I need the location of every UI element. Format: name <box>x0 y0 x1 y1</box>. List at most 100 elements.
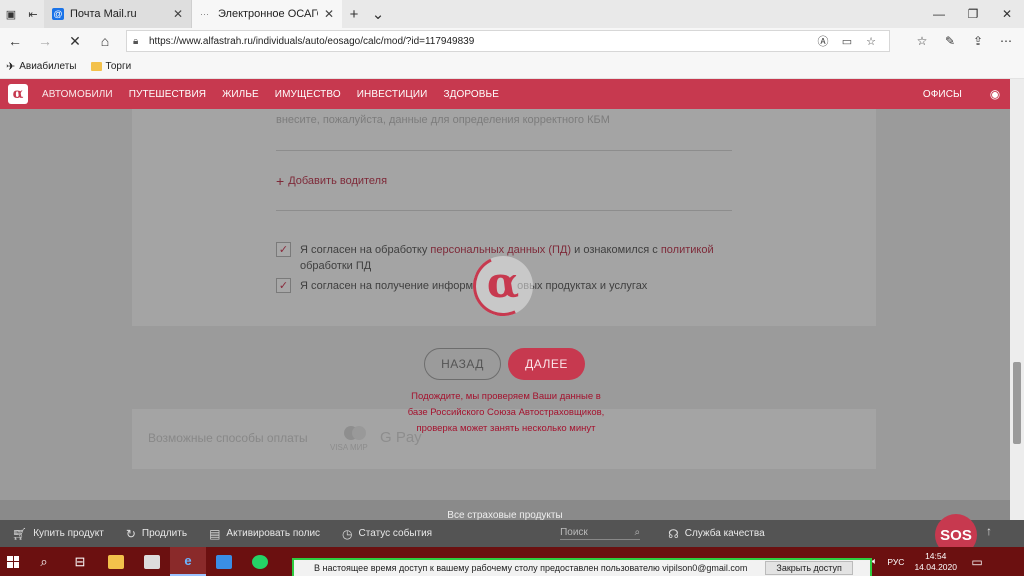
favorites-hub-icon[interactable]: ☆ <box>908 34 936 48</box>
clock[interactable]: 14:54 14.04.2020 <box>914 551 957 573</box>
consent-marketing-checkbox[interactable]: ✓ <box>276 278 291 293</box>
clock-icon: ◷ <box>342 526 353 541</box>
bookmark-torgi[interactable]: Торги <box>90 60 132 72</box>
close-icon[interactable]: ✕ <box>990 0 1024 28</box>
back-button[interactable]: НАЗАД <box>424 348 501 380</box>
consent-marketing: ✓ Я согласен на получение информ овых про… <box>276 278 647 294</box>
browser-tabstrip: ▣ ⇤ @ Почта Mail.ru ✕ ⋯ Электронное ОСАГ… <box>0 0 1024 28</box>
buy-product-button[interactable]: 🛒︎ Купить продукт <box>12 527 104 541</box>
alfastrah-logo[interactable]: α <box>8 84 28 104</box>
start-button[interactable] <box>0 547 26 576</box>
consent2-prefix: Я согласен на получение информ <box>300 280 474 292</box>
clock-date: 14.04.2020 <box>914 561 957 572</box>
document-icon: ▤ <box>209 526 221 541</box>
favorite-star-icon[interactable]: ☆ <box>859 35 883 48</box>
personal-data-link[interactable]: персональных данных (ПД) <box>430 244 571 256</box>
nav-travel[interactable]: ПУТЕШЕСТВИЯ <box>129 89 206 100</box>
chevron-down-icon[interactable]: ⌄ <box>366 0 390 28</box>
nav-housing[interactable]: ЖИЛЬЕ <box>222 89 259 100</box>
site-search-input[interactable]: Поиск ⌕ <box>560 527 641 540</box>
system-tray: 🔈︎ РУС 14:54 14.04.2020 ▭ <box>872 547 991 576</box>
consent2-suffix: овых продуктах и услугах <box>517 280 648 292</box>
store-icon[interactable] <box>134 547 170 576</box>
address-field[interactable]: 🔒︎ https://www.alfastrah.ru/individuals/… <box>126 30 890 52</box>
wait-line3: проверка может занять несколько минут <box>416 423 596 434</box>
file-explorer-icon[interactable] <box>98 547 134 576</box>
tab-actions-icon[interactable]: ▣ <box>0 0 22 28</box>
nav-property[interactable]: ИМУЩЕСТВО <box>275 89 341 100</box>
add-driver-link[interactable]: + Добавить водителя <box>276 173 387 189</box>
consent-personal-data-checkbox[interactable]: ✓ <box>276 242 291 257</box>
split-view-icon[interactable]: ▭ <box>835 35 859 48</box>
wait-line1: Подождите, мы проверяем Ваши данные в <box>411 391 601 402</box>
nav-investments[interactable]: ИНВЕСТИЦИИ <box>357 89 428 100</box>
volume-icon[interactable]: 🔈︎ <box>872 556 877 567</box>
notifications-icon[interactable]: ▭ <box>963 555 991 569</box>
back-arrow-icon[interactable]: ← <box>0 33 30 49</box>
home-icon[interactable]: ⌂ <box>90 33 120 49</box>
bookmark-aviatickets[interactable]: ✈ Авиабилеты <box>6 60 77 73</box>
language-indicator[interactable]: РУС <box>887 557 904 567</box>
bookmark-label: Торги <box>105 60 132 72</box>
tab-eosago[interactable]: ⋯ Электронное ОСАГО ✕ <box>192 0 342 28</box>
activate-label: Активировать полис <box>226 528 321 539</box>
scrollbar-thumb[interactable] <box>1013 362 1021 444</box>
close-access-button[interactable]: Закрыть доступ <box>765 561 853 575</box>
edge-icon[interactable]: e <box>170 547 206 576</box>
address-url[interactable]: https://www.alfastrah.ru/individuals/aut… <box>149 36 811 47</box>
site-bottom-bar: 🛒︎ Купить продукт ↻ Продлить ▤ Активиров… <box>0 520 1024 547</box>
lock-icon[interactable]: 🔒︎ <box>133 36 149 47</box>
stop-loading-icon[interactable]: ✕ <box>60 33 90 50</box>
share-icon[interactable]: ⇪ <box>964 34 992 48</box>
bookmark-label: Авиабилеты <box>19 60 77 72</box>
pen-icon[interactable]: ✎ <box>936 34 964 48</box>
search-icon[interactable]: ⌕ <box>26 547 62 576</box>
wait-line2: базе Российского Союза Автостраховщиков, <box>407 407 605 418</box>
page-content: внесите, пожалуйста, данные для определе… <box>0 109 1010 520</box>
next-button[interactable]: ДАЛЕЕ <box>508 348 585 380</box>
scroll-top-icon[interactable]: ↑ <box>986 524 992 538</box>
mastercard-icon <box>344 426 366 440</box>
loading-spinner: α <box>464 247 542 325</box>
mail-app-icon[interactable] <box>206 547 242 576</box>
clock-time: 14:54 <box>925 550 947 561</box>
buy-label: Купить продукт <box>33 528 104 539</box>
windows-logo-icon <box>7 555 19 568</box>
add-driver-label: Добавить водителя <box>288 175 388 187</box>
policy-link[interactable]: политикой <box>661 244 714 256</box>
plus-icon: + <box>276 173 285 189</box>
set-aside-tabs-icon[interactable]: ⇤ <box>22 0 44 28</box>
tab-close-icon[interactable]: ✕ <box>167 7 183 21</box>
search-placeholder: Поиск <box>560 527 588 538</box>
all-products-link[interactable]: Все страховые продукты <box>0 510 1010 520</box>
address-toolbar: ← → ✕ ⌂ 🔒︎ https://www.alfastrah.ru/indi… <box>0 28 1024 54</box>
renew-button[interactable]: ↻ Продлить <box>126 527 187 541</box>
activate-policy-button[interactable]: ▤ Активировать полис <box>209 527 320 541</box>
loading-icon: ⋯ <box>200 8 209 19</box>
tab-close-icon[interactable]: ✕ <box>318 7 334 21</box>
event-status-button[interactable]: ◷ Статус события <box>342 527 432 541</box>
restore-icon[interactable]: ❐ <box>956 0 990 28</box>
mail-icon: @ <box>52 8 64 20</box>
minimize-icon[interactable]: — <box>922 0 956 28</box>
forward-arrow-icon[interactable]: → <box>30 33 60 49</box>
nav-health[interactable]: ЗДОРОВЬЕ <box>443 89 499 100</box>
window-controls: — ❐ ✕ <box>922 0 1024 28</box>
eye-icon[interactable]: ◉ <box>980 87 1010 101</box>
page-scrollbar[interactable] <box>1010 79 1024 520</box>
nav-offices[interactable]: ОФИСЫ <box>923 89 962 100</box>
status-label: Статус события <box>358 528 433 539</box>
nav-cars[interactable]: АВТОМОБИЛИ <box>42 89 113 100</box>
new-tab-icon[interactable]: + <box>342 0 366 28</box>
quality-service-button[interactable]: ☊ Служба качества <box>668 527 765 541</box>
search-icon[interactable]: ⌕ <box>634 527 640 538</box>
browser-actions: ☆ ✎ ⇪ ⋯ <box>908 34 1020 48</box>
tab-mail[interactable]: @ Почта Mail.ru ✕ <box>44 0 192 28</box>
renew-label: Продлить <box>141 528 188 539</box>
headset-icon: ☊ <box>668 526 679 541</box>
whatsapp-icon[interactable] <box>242 547 278 576</box>
task-view-icon[interactable]: ⊟ <box>62 547 98 576</box>
kbm-hint: внесите, пожалуйста, данные для определе… <box>276 114 610 126</box>
reading-view-icon[interactable]: Ⓐ <box>811 33 835 49</box>
more-icon[interactable]: ⋯ <box>992 34 1020 48</box>
